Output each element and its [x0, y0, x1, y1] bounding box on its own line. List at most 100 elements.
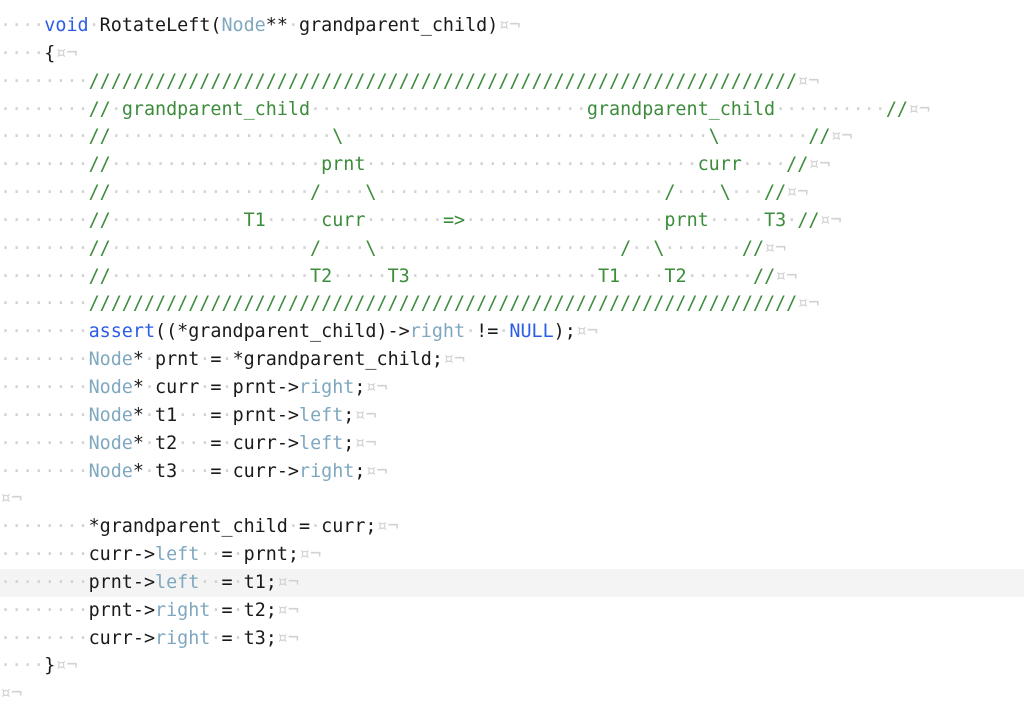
indent-whitespace-dots: ········ — [0, 126, 89, 147]
code-line[interactable]: ········//············T1·····curr·······… — [0, 207, 1024, 235]
whitespace-dots: ····· — [266, 210, 321, 231]
code-line[interactable]: ········//··················/····\······… — [0, 235, 1024, 263]
code-line[interactable]: ········//·grandparent_child············… — [0, 96, 1024, 124]
whitespace-dots: · — [288, 15, 299, 36]
code-token: prnt-> — [89, 600, 155, 621]
whitespace-dots: · — [310, 516, 321, 537]
crlf-marker-icon: ¤¬ — [377, 516, 399, 537]
whitespace-dots: ··· — [177, 405, 210, 426]
code-token: // — [764, 182, 786, 203]
code-token: *grandparent_child; — [233, 349, 443, 370]
code-token: curr; — [321, 516, 376, 537]
whitespace-dots: · — [199, 377, 210, 398]
indent-whitespace-dots: ········ — [0, 293, 89, 314]
code-line[interactable]: ····{¤¬ — [0, 40, 1024, 68]
whitespace-dots: · — [221, 349, 232, 370]
code-line[interactable]: ········Node*·prnt·=·*grandparent_child;… — [0, 346, 1024, 374]
indent-whitespace-dots: ········ — [0, 377, 89, 398]
code-token: } — [44, 655, 55, 676]
whitespace-dots: · — [144, 461, 155, 482]
crlf-marker-icon: ¤¬ — [819, 210, 841, 231]
code-line[interactable]: ····void·RotateLeft(Node**·grandparent_c… — [0, 12, 1024, 40]
code-token: // — [89, 99, 111, 120]
code-line[interactable]: ········//··················T2·····T3···… — [0, 263, 1024, 291]
code-token: = — [299, 516, 310, 537]
code-token: { — [44, 43, 55, 64]
code-line[interactable]: ········assert((*grandparent_child)->rig… — [0, 318, 1024, 346]
code-token: / — [310, 182, 321, 203]
whitespace-dots: · — [233, 572, 244, 593]
code-editor-viewport[interactable]: ····void·RotateLeft(Node**·grandparent_c… — [0, 0, 1024, 717]
code-line[interactable]: ¤¬ — [0, 680, 1024, 708]
whitespace-dots: ······ — [687, 266, 753, 287]
code-token: ; — [354, 461, 365, 482]
whitespace-dots: ·········· — [775, 99, 886, 120]
indent-whitespace-dots: ········ — [0, 405, 89, 426]
code-token: Node — [89, 433, 133, 454]
whitespace-dots: · — [111, 99, 122, 120]
code-token: \ — [365, 182, 376, 203]
code-token: // — [753, 266, 775, 287]
code-token: T3 — [764, 210, 786, 231]
crlf-marker-icon: ¤¬ — [498, 15, 520, 36]
whitespace-dots: ···· — [321, 182, 365, 203]
code-token: curr — [321, 210, 365, 231]
code-token: // — [808, 126, 830, 147]
whitespace-dots: ······················ — [377, 238, 621, 259]
whitespace-dots: · — [210, 628, 221, 649]
code-token: right — [299, 377, 354, 398]
whitespace-dots: ·· — [199, 572, 221, 593]
code-line[interactable]: ········//···················prnt·······… — [0, 151, 1024, 179]
code-line[interactable]: ········//····················\·········… — [0, 123, 1024, 151]
code-line[interactable]: ········prnt->left··=·t1;¤¬ — [0, 569, 1024, 597]
code-token: T1 — [244, 210, 266, 231]
whitespace-dots: ·························· — [377, 182, 665, 203]
code-line[interactable]: ········curr->right·=·t3;¤¬ — [0, 625, 1024, 653]
code-line[interactable]: ········*grandparent_child·=·curr;¤¬ — [0, 513, 1024, 541]
code-token: \ — [720, 182, 731, 203]
indent-whitespace-dots: ···· — [0, 15, 44, 36]
code-line[interactable]: ········curr->left··=·prnt;¤¬ — [0, 541, 1024, 569]
indent-whitespace-dots: ········ — [0, 238, 89, 259]
code-token: right — [299, 461, 354, 482]
code-line[interactable]: ········Node*·t1···=·prnt->left;¤¬ — [0, 402, 1024, 430]
code-token: Node — [221, 15, 265, 36]
code-token: * — [133, 377, 144, 398]
code-token: curr-> — [89, 544, 155, 565]
code-line[interactable]: ········//··················/····\······… — [0, 179, 1024, 207]
crlf-marker-icon: ¤¬ — [443, 349, 465, 370]
whitespace-dots: ··· — [177, 433, 210, 454]
crlf-marker-icon: ¤¬ — [0, 488, 22, 509]
whitespace-dots: · — [144, 349, 155, 370]
crlf-marker-icon: ¤¬ — [354, 433, 376, 454]
crlf-marker-icon: ¤¬ — [55, 655, 77, 676]
code-line[interactable]: ····}¤¬ — [0, 652, 1024, 680]
code-token: = — [210, 349, 221, 370]
code-line[interactable]: ········Node*·t3···=·curr->right;¤¬ — [0, 458, 1024, 486]
code-token: \ — [365, 238, 376, 259]
code-line[interactable]: ¤¬ — [0, 485, 1024, 513]
crlf-marker-icon: ¤¬ — [299, 544, 321, 565]
code-token: // — [89, 266, 111, 287]
code-line[interactable]: ········Node*·t2···=·curr->left;¤¬ — [0, 430, 1024, 458]
whitespace-dots: · — [144, 377, 155, 398]
code-token: // — [797, 210, 819, 231]
whitespace-dots: · — [221, 433, 232, 454]
code-token: left — [155, 572, 199, 593]
code-line[interactable]: ········////////////////////////////////… — [0, 290, 1024, 318]
crlf-marker-icon: ¤¬ — [365, 377, 387, 398]
code-line[interactable]: ········////////////////////////////////… — [0, 68, 1024, 96]
code-line[interactable]: ········prnt->right·=·t2;¤¬ — [0, 597, 1024, 625]
whitespace-dots: ························· — [310, 99, 587, 120]
whitespace-dots: · — [144, 433, 155, 454]
indent-whitespace-dots: ········ — [0, 433, 89, 454]
indent-whitespace-dots: ···· — [0, 655, 44, 676]
code-token: t3 — [155, 461, 177, 482]
code-token: \ — [709, 126, 720, 147]
code-line[interactable]: ········Node*·curr·=·prnt->right;¤¬ — [0, 374, 1024, 402]
crlf-marker-icon: ¤¬ — [797, 293, 819, 314]
whitespace-dots: ·· — [631, 238, 653, 259]
code-token: right — [155, 600, 210, 621]
code-token: void — [44, 15, 88, 36]
crlf-marker-icon: ¤¬ — [797, 71, 819, 92]
